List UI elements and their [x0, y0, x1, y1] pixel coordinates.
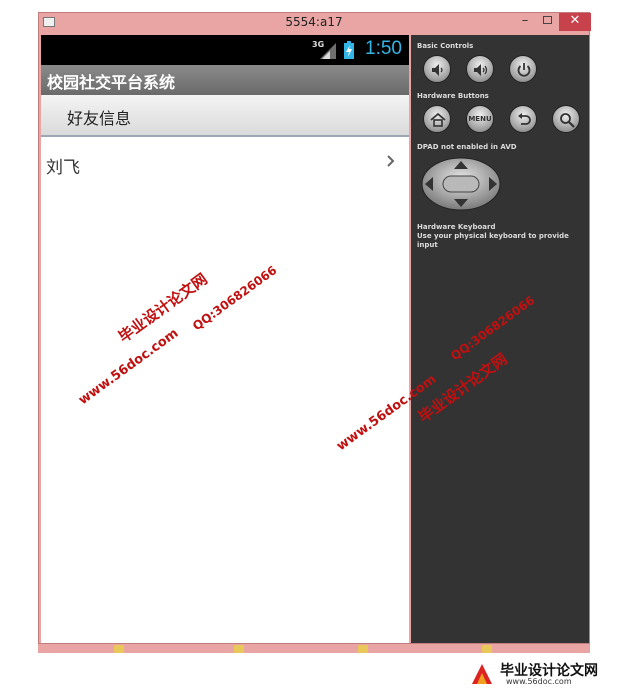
site-logo: 毕业设计论文网 www.56doc.com [464, 660, 624, 690]
folder-icon[interactable] [114, 645, 124, 653]
back-button[interactable] [509, 105, 537, 133]
status-bar: 3G 1:50 [41, 35, 409, 65]
minimize-button[interactable]: – [517, 13, 533, 31]
keyboard-label: Hardware Keyboard [417, 223, 496, 231]
keyboard-info: Hardware Keyboard Use your physical keyb… [417, 223, 589, 250]
app-title: 校园社交平台系统 [47, 73, 176, 92]
search-icon [560, 113, 575, 128]
close-button[interactable]: ✕ [559, 13, 591, 31]
signal-icon [320, 43, 336, 59]
chevron-right-icon [387, 155, 395, 167]
window-title: 5554:a17 [285, 15, 343, 29]
menu-button-label: MENU [468, 115, 492, 123]
friends-header: 好友信息 [41, 95, 409, 137]
taskbar [38, 643, 590, 653]
app-title-bar: 校园社交平台系统 [41, 65, 409, 95]
power-icon [517, 63, 531, 77]
dpad-label: DPAD not enabled in AVD [417, 143, 517, 151]
basic-controls-label: Basic Controls [417, 42, 474, 50]
home-icon [430, 112, 446, 127]
phone-screen: 3G 1:50 校园社交平台系统 好友信息 刘飞 [41, 35, 409, 643]
maximize-icon [542, 16, 552, 24]
back-icon [518, 113, 531, 125]
friend-list-item[interactable]: 刘飞 [41, 139, 409, 187]
folder-icon[interactable] [482, 645, 492, 653]
volume-up-icon [474, 64, 488, 76]
dpad[interactable] [421, 157, 501, 211]
menu-button[interactable]: MENU [466, 105, 494, 133]
battery-charging-icon [344, 41, 354, 59]
volume-up-button[interactable] [466, 55, 494, 83]
home-button[interactable] [423, 105, 451, 133]
dpad-center [442, 175, 480, 193]
logo-icon [472, 664, 492, 684]
clock: 1:50 [365, 38, 402, 59]
volume-down-button[interactable] [423, 55, 451, 83]
keyboard-hint: Use your physical keyboard to provide in… [417, 232, 569, 249]
emulator-controls-panel: Basic Controls Hardware Buttons MENU DPA… [411, 35, 589, 643]
hardware-buttons-label: Hardware Buttons [417, 92, 489, 100]
folder-icon[interactable] [358, 645, 368, 653]
power-button[interactable] [509, 55, 537, 83]
maximize-button[interactable] [539, 13, 555, 31]
desktop: 5554:a17 – ✕ 3G 1:50 校园社交平台系统 好友信息 刘飞 Ba… [0, 0, 628, 691]
folder-icon[interactable] [234, 645, 244, 653]
search-button[interactable] [552, 105, 580, 133]
volume-down-icon [432, 64, 443, 76]
page-title: 好友信息 [67, 109, 132, 128]
friend-name: 刘飞 [46, 158, 80, 178]
logo-url: www.56doc.com [506, 677, 572, 686]
window-titlebar: 5554:a17 – ✕ [39, 13, 591, 33]
